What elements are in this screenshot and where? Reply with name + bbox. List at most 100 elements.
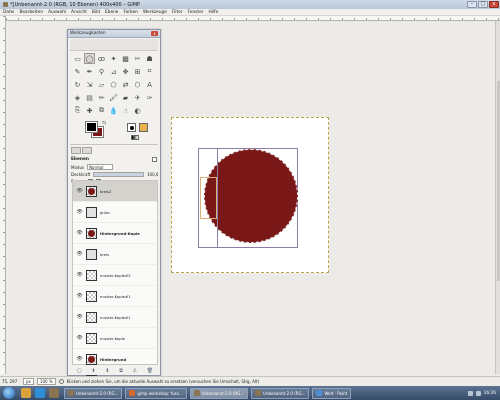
layer-row[interactable]: 👁 grida xyxy=(73,202,157,223)
scale-icon[interactable]: ⇲ xyxy=(84,79,95,90)
rotate-icon[interactable]: ↻ xyxy=(72,79,83,90)
layer-row[interactable]: 👁 muster-Kopie#1 xyxy=(73,307,157,328)
visibility-eye-icon[interactable]: 👁 xyxy=(76,293,83,299)
menu-hilfe[interactable]: Hilfe xyxy=(209,10,219,15)
layer-row[interactable]: 👁 Hintergrund-Kopie xyxy=(73,223,157,244)
selection-rectangle[interactable] xyxy=(200,177,217,219)
clone-icon[interactable]: ⎘ xyxy=(72,105,83,116)
mode-select[interactable]: Normal xyxy=(87,164,114,170)
menu-datei[interactable]: Datei xyxy=(3,10,14,15)
visibility-eye-icon[interactable]: 👁 xyxy=(76,209,83,215)
shear-icon[interactable]: ▱ xyxy=(96,79,107,90)
delete-layer-icon[interactable]: 🗑 xyxy=(147,368,153,374)
heal-icon[interactable]: ✚ xyxy=(84,105,95,116)
flip-icon[interactable]: ⇄ xyxy=(120,79,131,90)
move-icon[interactable]: ✥ xyxy=(120,66,131,77)
paths-icon[interactable]: ✎ xyxy=(72,66,83,77)
visibility-eye-icon[interactable]: 👁 xyxy=(76,356,83,362)
foreground-select-icon[interactable]: ☗ xyxy=(144,53,155,64)
airbrush-icon[interactable]: ✈ xyxy=(132,92,143,103)
perspective-icon[interactable]: ⬠ xyxy=(108,79,119,90)
layer-row[interactable]: 👁 muster-Kopie#1 xyxy=(73,286,157,307)
gimp-icon[interactable] xyxy=(49,388,59,398)
blur-icon[interactable]: 💧 xyxy=(108,105,119,116)
fuzzy-select-icon[interactable]: ✦ xyxy=(108,53,119,64)
duplicate-layer-icon[interactable]: ⧉ xyxy=(119,368,123,374)
layer-row[interactable]: 👁 muster-Kopie#2 xyxy=(73,265,157,286)
layer-name[interactable]: muster-Kopie#2 xyxy=(100,273,131,278)
bucket-fill-icon[interactable]: ◈ xyxy=(72,92,83,103)
lasso-icon[interactable]: ꝏ xyxy=(96,53,107,64)
rect-select-icon[interactable]: ▭ xyxy=(72,53,83,64)
ellipse-select-icon[interactable]: ◯ xyxy=(84,53,95,64)
blend-icon[interactable]: ▤ xyxy=(84,92,95,103)
start-button[interactable] xyxy=(3,387,15,399)
paintbrush-icon[interactable]: 🖌 xyxy=(108,92,119,103)
tab-channels[interactable] xyxy=(82,147,92,154)
cage-icon[interactable]: ⬡ xyxy=(132,79,143,90)
layer-row[interactable]: 👁 kreis2 xyxy=(73,181,157,202)
menu-fenster[interactable]: Fenster xyxy=(188,10,204,15)
visibility-eye-icon[interactable]: 👁 xyxy=(76,335,83,341)
pattern-preview-icon[interactable] xyxy=(139,123,148,132)
taskbar-item[interactable]: gimp workshop: fuss... xyxy=(125,387,187,399)
network-icon[interactable] xyxy=(467,390,473,396)
volume-icon[interactable] xyxy=(475,390,481,396)
taskbar-item[interactable]: Welt - Paint xyxy=(312,387,352,399)
menu-filter[interactable]: Filter xyxy=(172,10,183,15)
visibility-eye-icon[interactable]: 👁 xyxy=(76,251,83,257)
ie-icon[interactable] xyxy=(35,388,45,398)
vertical-scrollbar[interactable] xyxy=(495,21,500,374)
scissors-icon[interactable]: ✂ xyxy=(132,53,143,64)
lower-layer-icon[interactable]: ⬇ xyxy=(105,368,109,374)
brush-preview-icon[interactable] xyxy=(127,123,136,132)
visibility-eye-icon[interactable]: 👁 xyxy=(76,272,83,278)
zoom-icon[interactable]: ⚲ xyxy=(96,66,107,77)
panel-menu-icon[interactable] xyxy=(152,157,157,162)
pencil-icon[interactable]: ✏ xyxy=(96,92,107,103)
smudge-icon[interactable]: ☝ xyxy=(120,105,131,116)
red-circle-shape[interactable] xyxy=(204,149,298,243)
layer-name[interactable]: muster-Kopie#1 xyxy=(100,294,131,299)
color-picker-icon[interactable]: ✒ xyxy=(84,66,95,77)
swap-colors-icon[interactable]: ⇆ xyxy=(102,120,106,126)
taskbar-item[interactable]: Unbenannt-2.0 (RG... xyxy=(64,387,123,399)
menu-ansicht[interactable]: Ansicht xyxy=(71,10,87,15)
tab-layers[interactable] xyxy=(71,147,81,154)
measure-icon[interactable]: ⊿ xyxy=(108,66,119,77)
layer-name[interactable]: muster-Kopie#1 xyxy=(100,315,131,320)
new-layer-icon[interactable]: ▢ xyxy=(77,368,82,374)
layer-name[interactable]: kreis xyxy=(100,252,109,257)
opacity-value[interactable]: 100,0 xyxy=(147,172,158,177)
eraser-icon[interactable]: ▰ xyxy=(120,92,131,103)
menu-werkzeuge[interactable]: Werkzeuge xyxy=(143,10,167,15)
layer-name[interactable]: muster-Kopie xyxy=(100,336,125,341)
visibility-eye-icon[interactable]: 👁 xyxy=(76,188,83,194)
ink-icon[interactable]: ✑ xyxy=(144,92,155,103)
taskbar-item[interactable]: Unbenannt-2.0 (RG... xyxy=(189,387,249,399)
minimize-button[interactable]: – xyxy=(467,1,477,8)
explorer-icon[interactable] xyxy=(21,388,31,398)
dodge-burn-icon[interactable]: ◐ xyxy=(132,105,143,116)
layer-row[interactable]: 👁 muster-Kopie xyxy=(73,328,157,349)
layer-name[interactable]: Hintergrund xyxy=(100,357,126,362)
opacity-slider[interactable] xyxy=(93,172,144,177)
menu-ebene[interactable]: Ebene xyxy=(105,10,118,15)
layer-name[interactable]: grida xyxy=(100,210,110,215)
toolbox-titlebar[interactable]: Werkzeugkasten x xyxy=(68,30,160,38)
toolbox-drop-area[interactable] xyxy=(70,39,158,51)
close-button[interactable]: x xyxy=(489,1,499,8)
foreground-color-swatch[interactable] xyxy=(85,121,98,133)
toolbox-close-button[interactable]: x xyxy=(151,31,158,36)
taskbar-item[interactable]: Unbenannt-2.0 (RG... xyxy=(251,387,310,399)
color-select-icon[interactable]: ▩ xyxy=(120,53,131,64)
gradient-preview-icon[interactable] xyxy=(131,135,139,140)
anchor-layer-icon[interactable]: ⚓ xyxy=(133,368,137,374)
align-icon[interactable]: ⊞ xyxy=(132,66,143,77)
layer-name[interactable]: kreis2 xyxy=(100,189,111,194)
clock[interactable]: 16:26 xyxy=(484,391,496,396)
layer-name[interactable]: Hintergrund-Kopie xyxy=(100,231,140,236)
text-icon[interactable]: A xyxy=(144,79,155,90)
visibility-eye-icon[interactable]: 👁 xyxy=(76,230,83,236)
perspective-clone-icon[interactable]: ⧉ xyxy=(96,105,107,116)
